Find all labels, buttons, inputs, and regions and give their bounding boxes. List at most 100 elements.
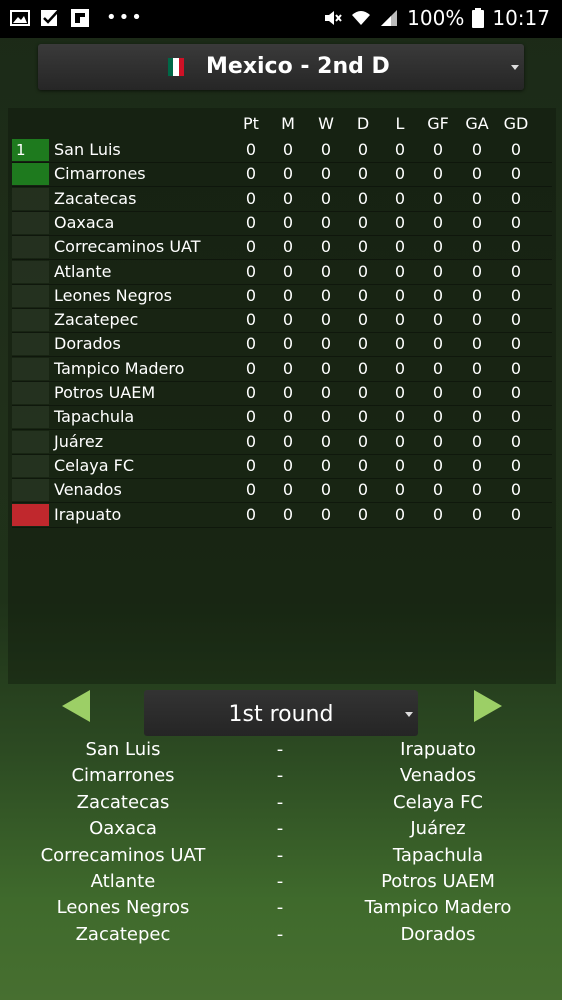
stat-cell: 0 (432, 310, 444, 330)
stat-cell: 0 (282, 407, 294, 427)
position-marker (12, 430, 49, 453)
stat-cell: 0 (320, 504, 332, 524)
round-dropdown[interactable]: 1st round (144, 690, 418, 736)
fixture-separator: - (276, 739, 284, 760)
fixture-row[interactable]: Correcaminos UAT - Tapachula (0, 843, 562, 869)
stat-cell: 0 (245, 261, 257, 281)
stat-cell: 0 (320, 455, 332, 475)
fixture-row[interactable]: Oaxaca - Juárez (0, 816, 562, 842)
table-row[interactable]: Tampico Madero 0 0 0 0 0 0 0 0 (12, 357, 552, 382)
wifi-icon (352, 11, 371, 25)
team-name: Correcaminos UAT (54, 237, 201, 257)
stat-cell: 0 (394, 285, 406, 305)
stat-cell: 0 (357, 407, 369, 427)
table-row[interactable]: 1 San Luis 0 0 0 0 0 0 0 0 (12, 138, 552, 163)
table-row[interactable]: Venados 0 0 0 0 0 0 0 0 (12, 478, 552, 504)
table-row[interactable]: Atlante 0 0 0 0 0 0 0 0 (12, 260, 552, 285)
stat-cell: 0 (245, 237, 257, 257)
table-row[interactable]: Leones Negros 0 0 0 0 0 0 0 0 (12, 284, 552, 309)
stat-cell: 0 (471, 480, 483, 500)
table-row[interactable]: Correcaminos UAT 0 0 0 0 0 0 0 0 (12, 235, 552, 261)
table-row[interactable]: Celaya FC 0 0 0 0 0 0 0 0 (12, 454, 552, 479)
stat-cell: 0 (320, 237, 332, 257)
home-team: Zacatepec (75, 923, 171, 945)
stat-cell: 0 (471, 285, 483, 305)
stat-cell: 0 (282, 285, 294, 305)
table-row[interactable]: Cimarrones 0 0 0 0 0 0 0 0 (12, 162, 552, 188)
standings-table: Pt M W D L GF GA GD 1 San Luis 0 0 0 0 0 0 0 0 Cim… (8, 108, 556, 684)
fixture-row[interactable]: San Luis - Irapuato (0, 737, 562, 763)
position-marker (12, 479, 49, 502)
fixture-separator: - (276, 791, 284, 813)
stat-cell: 0 (320, 188, 332, 208)
stat-cell: 0 (357, 383, 369, 402)
mexico-flag-icon (168, 58, 184, 76)
stat-cell: 0 (282, 188, 294, 208)
stat-cell: 0 (432, 455, 444, 475)
fixture-row[interactable]: Atlante - Potros UAEM (0, 869, 562, 895)
col-header: M (281, 114, 295, 133)
table-row[interactable]: Zacatecas 0 0 0 0 0 0 0 0 (12, 187, 552, 212)
away-team: Dorados (400, 923, 476, 945)
stat-cell: 0 (245, 383, 257, 402)
stat-cell: 0 (510, 310, 522, 330)
league-title: Mexico - 2nd D (206, 54, 390, 79)
team-name: Oaxaca (54, 212, 115, 232)
table-row[interactable]: Tapachula 0 0 0 0 0 0 0 0 (12, 405, 552, 431)
stat-cell: 0 (357, 358, 369, 378)
stat-cell: 0 (394, 383, 406, 402)
stat-cell: 0 (510, 383, 522, 402)
position-marker (12, 211, 49, 234)
stat-cell: 0 (394, 480, 406, 500)
stat-cell: 0 (282, 480, 294, 500)
stat-cell: 0 (282, 383, 294, 402)
stat-cell: 0 (320, 140, 332, 159)
position-marker (12, 382, 49, 404)
stat-cell: 0 (471, 407, 483, 427)
fixture-row[interactable]: Leones Negros - Tampico Madero (0, 895, 562, 921)
team-name: Cimarrones (54, 164, 146, 184)
previous-round-arrow-icon[interactable] (62, 690, 90, 722)
table-row[interactable]: Irapuato 0 0 0 0 0 0 0 0 (12, 503, 552, 528)
stat-cell: 0 (510, 334, 522, 354)
stat-cell: 0 (320, 334, 332, 354)
stat-cell: 0 (510, 212, 522, 232)
team-name: Zacatepec (54, 310, 139, 330)
home-team: Zacatecas (76, 791, 170, 813)
stat-cell: 0 (471, 431, 483, 451)
next-round-arrow-icon[interactable] (474, 690, 502, 722)
table-row[interactable]: Zacatepec 0 0 0 0 0 0 0 0 (12, 308, 552, 334)
col-header: GA (465, 114, 489, 133)
away-team: Potros UAEM (381, 871, 495, 892)
position-marker (12, 333, 49, 356)
clock: 10:17 (492, 6, 550, 30)
stat-cell: 0 (432, 480, 444, 500)
fixture-row[interactable]: Cimarrones - Venados (0, 763, 562, 789)
home-team: Cimarrones (71, 765, 175, 787)
stat-cell: 0 (357, 140, 369, 159)
league-dropdown[interactable]: Mexico - 2nd D (38, 44, 524, 90)
stat-cell: 0 (471, 310, 483, 330)
table-row[interactable]: Dorados 0 0 0 0 0 0 0 0 (12, 332, 552, 358)
stat-cell: 0 (394, 212, 406, 232)
stat-cell: 0 (394, 237, 406, 257)
stat-cell: 0 (245, 504, 257, 524)
table-row[interactable]: Juárez 0 0 0 0 0 0 0 0 (12, 430, 552, 455)
stat-cell: 0 (282, 140, 294, 159)
away-team: Tampico Madero (364, 897, 512, 919)
stat-cell: 0 (357, 285, 369, 305)
fixture-row[interactable]: Zacatepec - Dorados (0, 922, 562, 948)
col-header: D (356, 114, 370, 133)
away-team: Irapuato (400, 739, 476, 760)
table-row[interactable]: Potros UAEM 0 0 0 0 0 0 0 0 (12, 381, 552, 406)
stat-cell: 0 (357, 431, 369, 451)
table-row[interactable]: Oaxaca 0 0 0 0 0 0 0 0 (12, 211, 552, 236)
stat-cell: 0 (357, 212, 369, 232)
fixture-separator: - (276, 765, 284, 787)
image-icon (10, 10, 30, 26)
stat-cell: 0 (394, 188, 406, 208)
fixture-row[interactable]: Zacatecas - Celaya FC (0, 790, 562, 816)
col-header: L (395, 114, 405, 133)
team-name: Zacatecas (54, 188, 137, 208)
stat-cell: 0 (394, 140, 406, 159)
